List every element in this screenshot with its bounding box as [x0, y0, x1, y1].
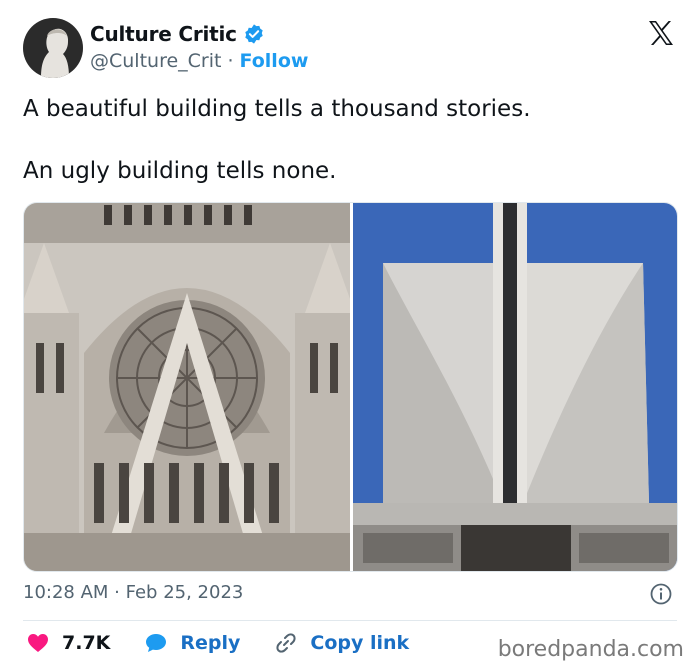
action-bar: 7.7K Reply Copy link — [26, 631, 443, 655]
tweet-line: An ugly building tells none. — [23, 158, 337, 184]
reply-button[interactable]: Reply — [144, 631, 240, 655]
tweet-text: A beautiful building tells a thousand st… — [23, 92, 663, 216]
author-handle[interactable]: @Culture_Crit — [90, 50, 221, 72]
like-count: 7.7K — [62, 632, 111, 654]
x-logo-icon[interactable] — [646, 18, 676, 48]
handle-separator: · — [227, 50, 234, 72]
tweet-timestamp[interactable]: 10:28 AM · Feb 25, 2023 — [23, 582, 243, 603]
divider — [23, 620, 677, 621]
speech-bubble-icon — [146, 634, 167, 652]
gothic-cathedral-image[interactable] — [24, 203, 355, 571]
copy-link-button[interactable]: Copy link — [274, 631, 409, 655]
modern-cathedral-image[interactable] — [353, 203, 677, 571]
follow-button[interactable]: Follow — [240, 50, 309, 72]
reply-label: Reply — [180, 632, 241, 654]
heart-icon — [28, 634, 48, 652]
tweet-line: A beautiful building tells a thousand st… — [23, 96, 531, 122]
author-name-row: Culture Critic — [90, 22, 265, 46]
copy-link-label: Copy link — [310, 632, 410, 654]
tweet-media[interactable] — [23, 202, 678, 572]
link-icon — [276, 633, 296, 653]
avatar[interactable] — [23, 18, 83, 78]
like-button[interactable]: 7.7K — [26, 631, 110, 655]
author-name[interactable]: Culture Critic — [90, 22, 237, 46]
handle-row: @Culture_Crit · Follow — [90, 50, 308, 72]
info-icon[interactable] — [650, 583, 672, 605]
verified-badge-icon — [245, 24, 263, 44]
source-watermark: boredpanda.com — [497, 637, 684, 662]
